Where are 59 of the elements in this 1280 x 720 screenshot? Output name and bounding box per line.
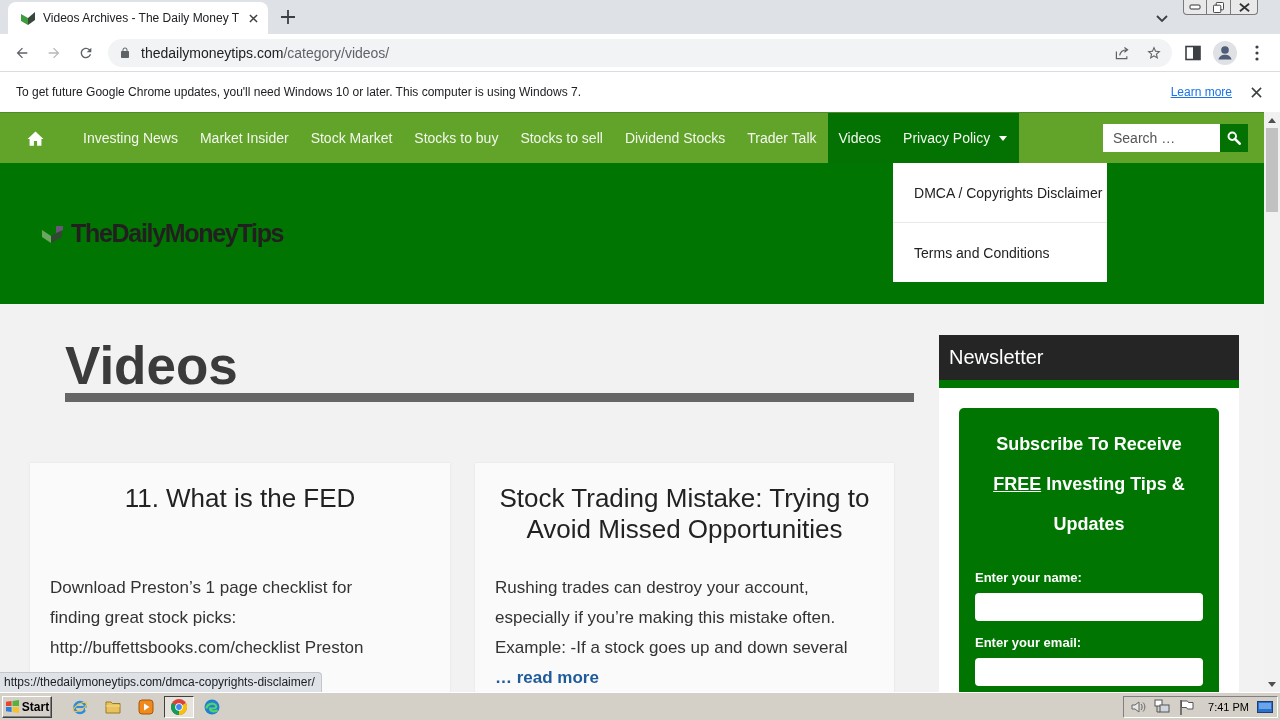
nav-link[interactable]: Privacy Policy	[892, 113, 1020, 163]
search-icon	[1227, 131, 1241, 145]
page-title: Videos	[65, 339, 239, 393]
status-url: https://thedailymoneytips.com/dmca-copyrights-disclaimer/	[0, 672, 322, 692]
post-title[interactable]: Stock Trading Mistake: Trying to Avoid Missed Opportunities	[495, 483, 874, 545]
infobar-message: To get future Google Chrome updates, you'll need Windows 10 or later. This computer is using Windows 7.	[16, 85, 582, 99]
menu-icon	[1255, 44, 1259, 61]
widget-title: Newsletter	[939, 335, 1239, 388]
restore-button[interactable]	[1207, 0, 1231, 15]
search-button[interactable]	[1220, 124, 1248, 152]
browser-tab[interactable]: Videos Archives - The Daily Money T	[8, 2, 269, 34]
taskbar-button[interactable]	[164, 695, 194, 718]
field-label: Enter your name:	[975, 571, 1083, 585]
input-field[interactable]	[975, 658, 1203, 686]
minimize-icon	[1189, 4, 1201, 10]
favicon-icon	[20, 10, 36, 26]
edge-icon[interactable]	[204, 698, 220, 715]
windows-logo-icon	[4, 700, 20, 713]
dropdown-link[interactable]: DMCA / Copyrights Disclaimer	[893, 163, 1108, 222]
flag-icon[interactable]	[1178, 698, 1195, 715]
field-label: Enter your email:	[975, 636, 1083, 650]
close-icon	[1238, 1, 1250, 13]
chevron-down-icon[interactable]	[1156, 15, 1168, 23]
clock[interactable]: 7:41 PM	[1208, 700, 1249, 713]
side-panel-icon	[1185, 44, 1201, 61]
close-window-button[interactable]	[1231, 0, 1258, 15]
avatar-icon	[1213, 40, 1237, 65]
post-title[interactable]: 11. What is the FED	[50, 483, 430, 545]
new-tab-icon[interactable]	[281, 10, 296, 24]
media-player-icon[interactable]	[138, 698, 154, 715]
logo-icon[interactable]	[42, 224, 64, 243]
caret-icon	[999, 135, 1008, 141]
home-icon[interactable]	[26, 128, 45, 148]
scroll-up-icon[interactable]	[1268, 118, 1276, 123]
post-excerpt: Download Preston’s 1 page checklist for finding great stock picks: http://buffettsbooks.com/checklist Preston	[50, 577, 365, 659]
show-desktop-icon[interactable]	[1257, 698, 1273, 715]
restore-icon	[1213, 1, 1224, 13]
input-field[interactable]	[975, 593, 1203, 621]
close-icon[interactable]	[249, 13, 259, 23]
folder-icon[interactable]	[105, 698, 121, 715]
learn-more-link[interactable]: Learn more	[1170, 85, 1232, 99]
minimize-button[interactable]	[1183, 0, 1207, 15]
network-icon[interactable]	[1154, 698, 1171, 715]
newsletter-heading: Subscribe To Receive FREE Investing Tips & Updates	[992, 433, 1186, 536]
scroll-down-icon[interactable]	[1268, 682, 1276, 687]
start-button[interactable]: Start	[2, 695, 52, 718]
scrollbar-thumb[interactable]	[1266, 128, 1278, 212]
read-more-link[interactable]: … read more	[495, 663, 599, 692]
share-icon	[1114, 44, 1130, 61]
profile-button[interactable]	[1211, 38, 1239, 67]
star-icon	[1146, 44, 1162, 61]
address-bar[interactable]: thedailymoneytips.com/category/videos/	[108, 38, 1172, 67]
lock-icon[interactable]	[119, 46, 131, 59]
close-icon[interactable]	[1251, 86, 1262, 98]
search-field[interactable]: Search …	[1103, 124, 1220, 152]
speaker-icon[interactable]	[1130, 698, 1147, 715]
post-excerpt: Rushing trades can destroy your account, especially if you’re making this mistake often. Example: -If a stock goes up and down several	[495, 577, 849, 659]
scrollbar[interactable]	[1264, 112, 1280, 692]
nav-link[interactable]: Videos	[827, 113, 893, 163]
